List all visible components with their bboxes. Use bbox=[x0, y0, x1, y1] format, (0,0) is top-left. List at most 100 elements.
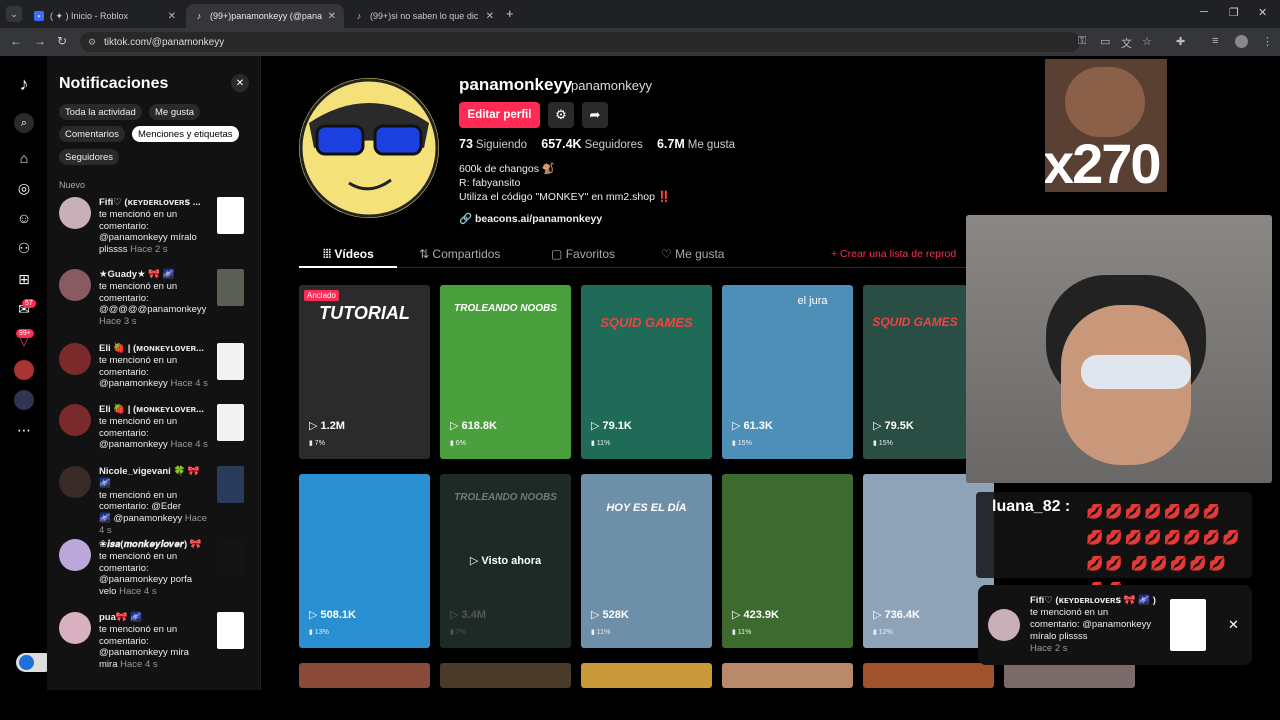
tab-videos[interactable]: ⦙⦙⦙ Vídeos bbox=[323, 247, 374, 262]
chat-overlay: luana_82 : 💋💋💋💋💋💋💋 💋💋💋💋💋💋💋💋💋💋 💋💋💋💋💋💋💋 bbox=[976, 492, 1252, 597]
live-avatar-icon[interactable] bbox=[14, 390, 34, 410]
profile-link[interactable]: 🔗 beacons.ai/panamonkeyy bbox=[459, 212, 602, 225]
home-icon[interactable]: ⌂ bbox=[14, 148, 34, 168]
password-key-icon[interactable]: ⚿ bbox=[1078, 35, 1086, 48]
video-thumbnail[interactable] bbox=[217, 197, 244, 234]
url-input[interactable]: ⚙ tiktok.com/@panamonkeyy bbox=[80, 32, 1080, 52]
toast-thumbnail[interactable] bbox=[1170, 599, 1206, 651]
video-card[interactable]: Anclado TUTORIAL ▷ 1.2M ▮ 7% bbox=[299, 285, 430, 459]
roblox-favicon-icon: ▪ bbox=[34, 11, 44, 21]
meme-overlay: x270 bbox=[1045, 59, 1167, 192]
profile-avatar-large[interactable] bbox=[299, 78, 439, 218]
webcam-overlay bbox=[966, 215, 1272, 483]
back-icon[interactable]: ← bbox=[10, 34, 22, 48]
close-tab-icon[interactable]: ✕ bbox=[328, 11, 336, 22]
reload-icon[interactable]: ↻ bbox=[57, 34, 67, 48]
close-window-icon[interactable]: ✕ bbox=[1258, 6, 1267, 19]
video-card[interactable] bbox=[722, 663, 853, 688]
watched-now-label: ▷ Visto ahora bbox=[469, 555, 542, 567]
new-tab-icon[interactable]: + bbox=[506, 6, 514, 21]
tab-roblox[interactable]: ▪ ( ✦ ) Inicio - Roblox ✕ bbox=[26, 4, 184, 28]
more-icon[interactable]: ⋯ bbox=[14, 420, 34, 440]
close-notifications-icon[interactable]: ✕ bbox=[231, 74, 249, 92]
notification-item[interactable]: Fifi♡ (ᴋᴇʏᴅᴇʀʟᴏᴠᴇʀꜱ ... te mencionó en un… bbox=[59, 197, 249, 257]
video-thumbnail[interactable] bbox=[217, 612, 244, 649]
bookmark-icon: ▢ bbox=[551, 247, 563, 261]
restore-icon[interactable]: ❐ bbox=[1229, 6, 1239, 19]
menu-icon[interactable]: ⋮ bbox=[1262, 35, 1273, 48]
tab-panamonkeyy[interactable]: ♪ (99+)panamonkeyy (@panamo ✕ bbox=[186, 4, 344, 28]
filter-followers[interactable]: Seguidores bbox=[59, 149, 120, 165]
video-thumbnail[interactable] bbox=[217, 269, 244, 306]
notification-item[interactable]: ❀𝒊𝒔𝒂(𝒎𝒐𝒏𝒌𝒆𝒚𝒍𝒐𝒗𝒆𝒓) 🎀 te mencionó en un come… bbox=[59, 539, 249, 599]
video-background bbox=[722, 285, 853, 459]
minimize-icon[interactable]: ─ bbox=[1200, 6, 1208, 18]
close-toast-icon[interactable]: ✕ bbox=[1228, 617, 1239, 633]
video-card[interactable]: TROLEANDO NOOBS ▷ Visto ahora ▷ 3.4M ▮ 7… bbox=[440, 474, 571, 648]
video-card[interactable] bbox=[581, 663, 712, 688]
notification-item[interactable]: ★Guady★ 🎀 🌌 te mencionó en un comentario: @… bbox=[59, 269, 249, 329]
create-playlist-link[interactable]: + Crear una lista de reprod bbox=[831, 248, 956, 260]
tab-shared[interactable]: ⇅ Compartidos bbox=[419, 247, 500, 261]
tab-favorites[interactable]: ▢ Favoritos bbox=[551, 247, 615, 261]
filter-likes[interactable]: Me gusta bbox=[149, 104, 201, 120]
following-stat[interactable]: 73 Siguiendo bbox=[459, 137, 527, 151]
filter-comments[interactable]: Comentarios bbox=[59, 126, 125, 142]
view-count: ▷ 79.5K bbox=[873, 420, 914, 432]
video-card[interactable]: ▷ 508.1K ▮ 13% bbox=[299, 474, 430, 648]
notification-item[interactable]: Eli 🍓 | (ᴍᴏɴᴋᴇʏʟᴏᴠᴇʀ... te mencionó en un… bbox=[59, 404, 249, 464]
section-new-label: Nuevo bbox=[59, 180, 86, 190]
profile-avatar-icon[interactable] bbox=[14, 360, 34, 380]
video-thumbnail[interactable] bbox=[217, 404, 244, 441]
forward-icon[interactable]: → bbox=[34, 34, 46, 48]
reading-list-icon[interactable]: ≡ bbox=[1212, 35, 1218, 47]
notification-toast[interactable]: Fifi♡ (ᴋᴇʏᴅᴇʀʟᴏᴠᴇʀꜱ 🎀 🌌 ) te mencionó en… bbox=[978, 585, 1252, 665]
followers-stat[interactable]: 657.4K Seguidores bbox=[541, 137, 643, 151]
video-card[interactable] bbox=[440, 663, 571, 688]
video-card[interactable]: TROLEANDO NOOBS ▷ 618.8K ▮ 6% bbox=[440, 285, 571, 459]
translate-icon[interactable]: 文 bbox=[1121, 35, 1132, 51]
video-card[interactable]: ▷ 736.4K ▮ 12% bbox=[863, 474, 994, 648]
extensions-icon[interactable]: ✚ bbox=[1176, 35, 1185, 48]
explore-icon[interactable]: ◎ bbox=[14, 178, 34, 198]
notification-item[interactable]: pua🎀 🌌 te mencionó en un comentario: @panam… bbox=[59, 612, 249, 672]
video-card[interactable] bbox=[1004, 663, 1135, 688]
view-count: ▷ 1.2M bbox=[309, 420, 345, 432]
notification-item[interactable]: Eli 🍓 | (ᴍᴏɴᴋᴇʏʟᴏᴠᴇʀ... te mencionó en un… bbox=[59, 343, 249, 403]
video-card[interactable]: HOY ES EL DÍA ▷ 528K ▮ 11% bbox=[581, 474, 712, 648]
video-card[interactable] bbox=[299, 663, 430, 688]
settings-gear-icon[interactable]: ⚙ bbox=[548, 102, 574, 128]
upload-icon[interactable]: ⊞ bbox=[14, 269, 34, 289]
filter-all-activity[interactable]: Toda la actividad bbox=[59, 104, 142, 120]
video-background bbox=[863, 285, 967, 459]
share-icon[interactable]: ➦ bbox=[582, 102, 608, 128]
search-icon[interactable]: ⌕ bbox=[14, 113, 34, 133]
video-thumbnail[interactable] bbox=[217, 343, 244, 380]
cast-icon[interactable]: ▭ bbox=[1100, 35, 1110, 48]
video-card[interactable]: el jura ▷ 61.3K ▮ 15% bbox=[722, 285, 853, 459]
friends-icon[interactable]: ⚇ bbox=[14, 238, 34, 258]
bookmark-star-icon[interactable]: ☆ bbox=[1142, 35, 1152, 48]
video-thumbnail[interactable] bbox=[217, 539, 244, 576]
user-avatar bbox=[59, 539, 91, 571]
tab-video[interactable]: ♪ (99+)si no saben lo que dice la ✕ bbox=[346, 4, 502, 28]
site-info-icon[interactable]: ⚙ bbox=[88, 37, 96, 48]
tab-liked[interactable]: ♡ Me gusta bbox=[661, 247, 724, 261]
close-tab-icon[interactable]: ✕ bbox=[168, 11, 176, 22]
video-thumbnail[interactable] bbox=[217, 466, 244, 503]
engagement-pct: ▮ 7% bbox=[309, 440, 325, 447]
video-card[interactable] bbox=[863, 663, 994, 688]
tab-search-icon[interactable]: ⌄ bbox=[6, 6, 22, 22]
user-avatar bbox=[59, 269, 91, 301]
edit-profile-button[interactable]: Editar perfil bbox=[459, 102, 540, 128]
filter-mentions[interactable]: Menciones y etiquetas bbox=[132, 126, 239, 142]
close-tab-icon[interactable]: ✕ bbox=[486, 11, 494, 22]
following-icon[interactable]: ☺ bbox=[14, 208, 34, 228]
video-card[interactable]: SQUID GAMES ▷ 79.5K ▮ 15% bbox=[863, 285, 967, 459]
profile-avatar[interactable] bbox=[1235, 35, 1248, 48]
tiktok-logo-icon[interactable]: ♪ bbox=[14, 74, 34, 94]
video-card[interactable]: SQUID GAMES ▷ 79.1K ▮ 11% bbox=[581, 285, 712, 459]
video-card[interactable]: ▷ 423.9K ▮ 11% bbox=[722, 474, 853, 648]
taskbar-strip bbox=[0, 690, 1280, 720]
notification-item[interactable]: Nicole_vigevani 🍀 🎀 🌌 te mencionó en un co… bbox=[59, 466, 249, 536]
